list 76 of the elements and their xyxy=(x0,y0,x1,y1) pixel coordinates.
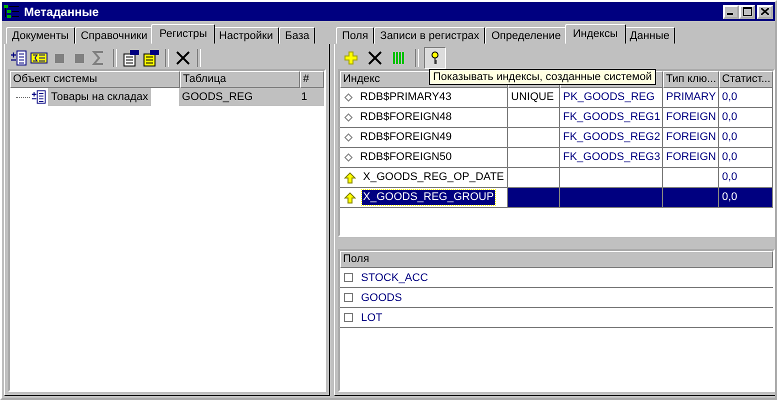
maximize-button[interactable] xyxy=(739,4,755,18)
tree-list-icon xyxy=(31,89,47,105)
table-cell xyxy=(508,188,560,207)
table-cell: X_GOODS_REG_GROUP xyxy=(362,190,495,205)
tree-icon xyxy=(4,4,20,18)
plus-icon xyxy=(343,50,359,66)
checkbox[interactable] xyxy=(344,273,353,282)
field-name: STOCK_ACC xyxy=(361,272,428,284)
field-name: GOODS xyxy=(361,292,402,304)
table-cell: FOREIGN xyxy=(663,148,719,167)
tree-add-icon[interactable] xyxy=(10,49,28,67)
table-cell: RDB$FOREIGN50 xyxy=(359,150,453,165)
table-cell: RDB$PRIMARY43 xyxy=(359,90,452,105)
column-header[interactable]: Поля xyxy=(340,251,774,268)
table-cell: PK_GOODS_REG xyxy=(560,88,663,107)
table-row[interactable]: RDB$FOREIGN48 FK_GOODS_REG1 FOREIGN 0,0 xyxy=(340,108,774,128)
column-header[interactable]: Статист... xyxy=(719,71,774,88)
key-button[interactable] xyxy=(424,47,446,69)
table-cell: 0,0 xyxy=(719,168,774,187)
table-row[interactable]: X_GOODS_REG_GROUP 0,0 xyxy=(340,188,774,208)
table-cell: FK_GOODS_REG1 xyxy=(560,108,663,127)
table-cell: PRIMARY xyxy=(663,88,719,107)
delete-icon[interactable] xyxy=(174,49,192,67)
table-row[interactable]: RDB$PRIMARY43 UNIQUE PK_GOODS_REG PRIMARY 0,0 xyxy=(340,88,774,108)
tooltip: Показывать индексы, созданные системой xyxy=(429,69,656,85)
tab[interactable]: Данные xyxy=(624,27,676,44)
field-name: LOT xyxy=(361,312,382,324)
up-arrow-icon xyxy=(344,172,356,184)
column-header[interactable]: Таблица xyxy=(180,71,300,88)
up-arrow-icon xyxy=(344,192,356,204)
tab[interactable]: Справочники xyxy=(74,27,154,44)
table-cell: FK_GOODS_REG2 xyxy=(560,128,663,147)
window-title: Метаданные xyxy=(24,4,100,18)
properties-icon[interactable] xyxy=(122,49,140,67)
table-cell: GOODS_REG xyxy=(178,88,298,106)
table-cell: 0,0 xyxy=(719,128,774,147)
tab[interactable]: Регистры xyxy=(151,24,216,44)
table-cell: 0,0 xyxy=(719,88,774,107)
checkbox[interactable] xyxy=(344,293,353,302)
diamond-icon xyxy=(344,93,353,102)
diamond-icon xyxy=(344,153,353,162)
table-cell: FOREIGN xyxy=(663,108,719,127)
table-cell: 1 xyxy=(298,88,324,106)
tab[interactable]: Индексы xyxy=(564,24,626,44)
table-cell: 0,0 xyxy=(719,148,774,167)
column-header[interactable]: Тип клю... xyxy=(663,71,719,88)
table-cell: RDB$FOREIGN49 xyxy=(359,130,453,145)
tree-item[interactable]: Товары на складах xyxy=(48,88,152,106)
table-cell: RDB$FOREIGN48 xyxy=(359,110,453,125)
table-row[interactable]: RDB$FOREIGN50 FK_GOODS_REG3 FOREIGN 0,0 xyxy=(340,148,774,168)
minimize-button[interactable] xyxy=(723,4,739,18)
table-cell: 0,0 xyxy=(719,108,774,127)
close-icon xyxy=(761,8,769,15)
column-header[interactable]: # xyxy=(300,71,324,88)
table-cell: UNIQUE xyxy=(508,88,560,107)
close-button[interactable] xyxy=(757,4,773,18)
table-cell: FK_GOODS_REG3 xyxy=(560,148,663,167)
tab[interactable]: Настройки xyxy=(213,27,279,44)
diamond-icon xyxy=(344,133,353,142)
tab[interactable]: Записи в регистрах xyxy=(374,27,486,44)
tab[interactable]: База xyxy=(278,27,316,44)
table-cell xyxy=(663,188,719,207)
table-cell: X_GOODS_REG_OP_DATE xyxy=(362,170,506,185)
maximize-icon xyxy=(742,7,752,16)
properties-icon[interactable] xyxy=(142,49,160,67)
tab[interactable]: Документы xyxy=(6,27,75,44)
column-header[interactable]: Объект системы xyxy=(10,71,180,88)
bars-icon xyxy=(391,50,407,66)
checkbox[interactable] xyxy=(344,313,353,322)
diamond-icon xyxy=(344,113,353,122)
tab[interactable]: Поля xyxy=(336,27,374,44)
delete-icon xyxy=(367,50,383,66)
tab[interactable]: Определение xyxy=(485,27,567,44)
table-row[interactable]: RDB$FOREIGN49 FK_GOODS_REG2 FOREIGN 0,0 xyxy=(340,128,774,148)
table-cell: 0,0 xyxy=(719,188,774,207)
table-cell: FOREIGN xyxy=(663,128,719,147)
